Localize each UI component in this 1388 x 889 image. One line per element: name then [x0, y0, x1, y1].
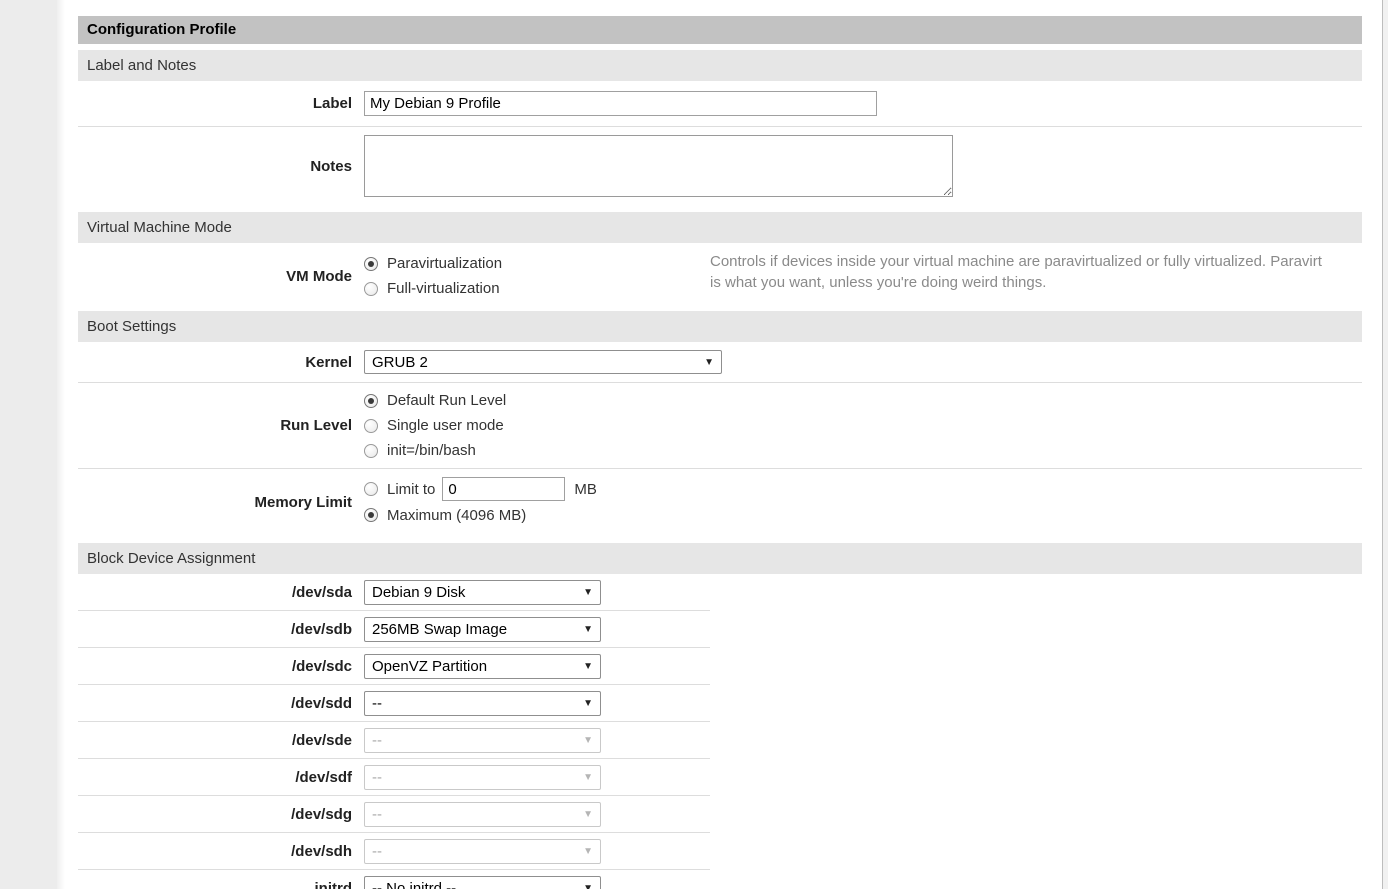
kernel-select-value: GRUB 2 [372, 354, 428, 371]
dev-sdh-select-value: -- [372, 843, 382, 860]
label-field-label: Label [78, 95, 352, 112]
chevron-down-icon: ▼ [583, 735, 593, 746]
init-bin-bash-option[interactable]: init=/bin/bash [364, 438, 1362, 463]
dev-sdg-select-value: -- [372, 806, 382, 823]
kernel-row: Kernel GRUB 2 ▼ [78, 342, 1362, 383]
chevron-down-icon: ▼ [583, 809, 593, 820]
dev-sdg-select: -- ▼ [364, 802, 601, 827]
single-user-mode-option[interactable]: Single user mode [364, 413, 1362, 438]
vm-mode-help-text: Controls if devices inside your virtual … [710, 251, 1330, 293]
paravirtualization-option[interactable]: Paravirtualization [364, 251, 710, 276]
dev-sdb-row: /dev/sdb 256MB Swap Image ▼ [78, 611, 710, 648]
chevron-down-icon: ▼ [583, 624, 593, 635]
kernel-label: Kernel [78, 354, 352, 371]
chevron-down-icon: ▼ [583, 846, 593, 857]
initrd-select-value: -- No initrd -- [372, 880, 456, 889]
chevron-down-icon: ▼ [583, 587, 593, 598]
dev-sde-label: /dev/sde [78, 732, 352, 749]
run-level-row: Run Level Default Run Level Single user … [78, 383, 1362, 469]
dev-sdh-select: -- ▼ [364, 839, 601, 864]
dev-sdd-select-value: -- [372, 695, 382, 712]
limit-to-radio-label: Limit to [387, 481, 435, 498]
maximum-memory-radio[interactable] [364, 508, 378, 522]
left-gutter [0, 0, 57, 889]
chevron-down-icon: ▼ [583, 772, 593, 783]
default-run-level-radio-label: Default Run Level [387, 392, 506, 409]
maximum-memory-radio-label: Maximum (4096 MB) [387, 507, 526, 524]
init-bin-bash-radio[interactable] [364, 444, 378, 458]
section-boot-settings: Boot Settings [78, 311, 1362, 342]
memory-limit-label: Memory Limit [78, 494, 352, 511]
dev-sdg-label: /dev/sdg [78, 806, 352, 823]
memory-limit-unit: MB [574, 481, 597, 498]
dev-sdd-select[interactable]: -- ▼ [364, 691, 601, 716]
single-user-mode-radio-label: Single user mode [387, 417, 504, 434]
chevron-down-icon: ▼ [583, 661, 593, 672]
label-input[interactable] [364, 91, 877, 116]
notes-field-label: Notes [78, 158, 352, 175]
dev-sda-label: /dev/sda [78, 584, 352, 601]
configuration-profile-form: Configuration Profile Label and Notes La… [78, 0, 1362, 889]
dev-sde-select-value: -- [372, 732, 382, 749]
initrd-select[interactable]: -- No initrd -- ▼ [364, 876, 601, 889]
single-user-mode-radio[interactable] [364, 419, 378, 433]
initrd-row: initrd -- No initrd -- ▼ [78, 870, 710, 889]
block-device-list: /dev/sda Debian 9 Disk ▼ /dev/sdb 256MB … [78, 574, 710, 889]
notes-row: Notes [78, 127, 1362, 205]
dev-sdf-row: /dev/sdf -- ▼ [78, 759, 710, 796]
limit-to-option[interactable]: Limit to MB [364, 476, 1362, 502]
chevron-down-icon: ▼ [583, 698, 593, 709]
dev-sdh-row: /dev/sdh -- ▼ [78, 833, 710, 870]
vm-mode-label: VM Mode [78, 268, 352, 285]
dev-sdb-select[interactable]: 256MB Swap Image ▼ [364, 617, 601, 642]
dev-sdf-label: /dev/sdf [78, 769, 352, 786]
scrollbar-track[interactable] [1382, 0, 1388, 889]
dev-sdc-label: /dev/sdc [78, 658, 352, 675]
chevron-down-icon: ▼ [704, 357, 714, 368]
section-label-and-notes: Label and Notes [78, 50, 1362, 81]
default-run-level-option[interactable]: Default Run Level [364, 388, 1362, 413]
dev-sdd-label: /dev/sdd [78, 695, 352, 712]
maximum-memory-option[interactable]: Maximum (4096 MB) [364, 502, 1362, 528]
default-run-level-radio[interactable] [364, 394, 378, 408]
notes-textarea[interactable] [364, 135, 953, 197]
initrd-label: initrd [78, 880, 352, 889]
dev-sdb-label: /dev/sdb [78, 621, 352, 638]
limit-to-radio[interactable] [364, 482, 378, 496]
dev-sda-row: /dev/sda Debian 9 Disk ▼ [78, 574, 710, 611]
dev-sdf-select: -- ▼ [364, 765, 601, 790]
dev-sda-select-value: Debian 9 Disk [372, 584, 465, 601]
dev-sdc-select[interactable]: OpenVZ Partition ▼ [364, 654, 601, 679]
section-block-device-assignment: Block Device Assignment [78, 543, 1362, 574]
dev-sdc-row: /dev/sdc OpenVZ Partition ▼ [78, 648, 710, 685]
dev-sdh-label: /dev/sdh [78, 843, 352, 860]
dev-sde-select: -- ▼ [364, 728, 601, 753]
memory-limit-row: Memory Limit Limit to MB Maximum (4096 M… [78, 469, 1362, 535]
section-virtual-machine-mode: Virtual Machine Mode [78, 212, 1362, 243]
init-bin-bash-radio-label: init=/bin/bash [387, 442, 476, 459]
full-virtualization-option[interactable]: Full-virtualization [364, 276, 710, 301]
dev-sda-select[interactable]: Debian 9 Disk ▼ [364, 580, 601, 605]
full-virtualization-radio-label: Full-virtualization [387, 280, 500, 297]
dev-sdc-select-value: OpenVZ Partition [372, 658, 487, 675]
dev-sde-row: /dev/sde -- ▼ [78, 722, 710, 759]
full-virtualization-radio[interactable] [364, 282, 378, 296]
dev-sdb-select-value: 256MB Swap Image [372, 621, 507, 638]
label-row: Label [78, 81, 1362, 127]
vm-mode-row: VM Mode Paravirtualization Full-virtuali… [78, 243, 1362, 309]
dev-sdg-row: /dev/sdg -- ▼ [78, 796, 710, 833]
chevron-down-icon: ▼ [583, 883, 593, 889]
dev-sdf-select-value: -- [372, 769, 382, 786]
memory-limit-input[interactable] [442, 477, 565, 501]
paravirtualization-radio-label: Paravirtualization [387, 255, 502, 272]
dev-sdd-row: /dev/sdd -- ▼ [78, 685, 710, 722]
run-level-label: Run Level [78, 417, 352, 434]
left-gutter-shadow [57, 0, 65, 889]
paravirtualization-radio[interactable] [364, 257, 378, 271]
kernel-select[interactable]: GRUB 2 ▼ [364, 350, 722, 374]
page-title: Configuration Profile [78, 16, 1362, 44]
